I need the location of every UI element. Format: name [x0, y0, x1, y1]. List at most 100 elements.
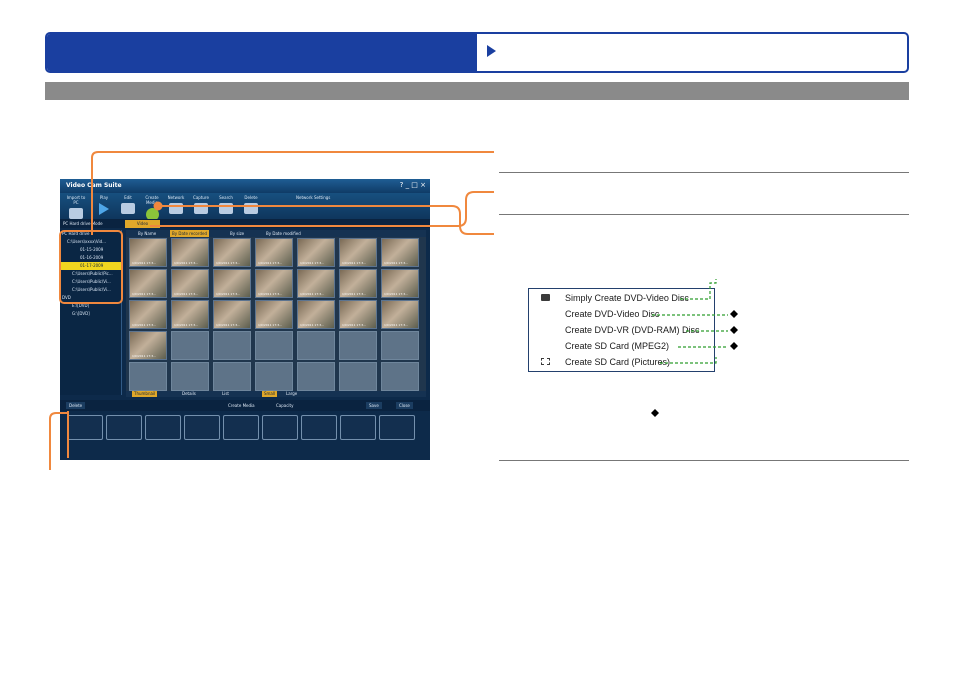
thumbnail-caption: 1/0/2011 17:3... [258, 292, 283, 296]
media-slot[interactable] [145, 415, 181, 440]
video-thumbnail[interactable]: 1/0/2011 17:3... [129, 269, 167, 298]
toolbar-delete[interactable]: Delete [240, 195, 262, 214]
folder-tree: PC Hard drive C:\Users\xxxx\Vid... 01-15… [60, 230, 122, 395]
video-thumbnail[interactable]: 1/0/2011 17:3... [339, 300, 377, 329]
media-slot[interactable] [301, 415, 337, 440]
video-thumbnail[interactable]: 1/0/2011 17:3... [129, 300, 167, 329]
window-controls[interactable]: ? _ □ × [400, 181, 426, 189]
thumbnail-caption: 1/0/2011 17:3... [342, 323, 367, 327]
diamond-icon [651, 409, 659, 417]
sort-by-size[interactable]: By size [230, 230, 244, 237]
video-thumbnail[interactable]: 1/0/2011 17:3... [297, 238, 335, 267]
menu-item-create-dvd-vr[interactable]: Create DVD-VR (DVD-RAM) Disc [565, 325, 700, 335]
video-thumbnail[interactable]: 1/0/2011 17:3... [129, 331, 167, 360]
thumbnail-caption: 1/0/2011 17:3... [384, 292, 409, 296]
divider [499, 214, 909, 215]
app-title: Video Cam Suite [66, 182, 122, 189]
video-thumbnail[interactable]: 1/0/2011 17:3... [255, 269, 293, 298]
save-button[interactable]: Save [366, 402, 382, 409]
section-header-bar [45, 82, 909, 100]
tree-item-user-videos[interactable]: C:\Users\xxxx\Vid... [60, 238, 121, 246]
menu-item-create-sd-pictures[interactable]: Create SD Card (Pictures) [565, 357, 670, 367]
thumbnail-caption: 1/0/2011 17:3... [300, 261, 325, 265]
capacity-button[interactable]: Capacity [276, 400, 293, 411]
video-thumbnail[interactable]: 1/0/2011 17:3... [255, 300, 293, 329]
view-list[interactable]: List [222, 391, 229, 397]
video-thumbnail[interactable]: 1/0/2011 17:3... [297, 269, 335, 298]
menu-item-simply-create-dvd-video[interactable]: Simply Create DVD-Video Disc [565, 293, 689, 303]
media-slot[interactable] [340, 415, 376, 440]
video-thumbnail[interactable]: 1/0/2011 17:3... [129, 238, 167, 267]
view-thumbnail[interactable]: Thumbnail [132, 391, 158, 397]
video-thumbnail[interactable]: 1/0/2011 17:3... [297, 300, 335, 329]
toolbar-capture-label: Capture [193, 195, 209, 200]
empty-thumbnail [339, 362, 377, 391]
video-thumbnail[interactable]: 1/0/2011 17:3... [171, 300, 209, 329]
menu-item-create-sd-mpeg2[interactable]: Create SD Card (MPEG2) [565, 341, 669, 351]
tree-item-date-selected[interactable]: 01-17-2009 [60, 262, 121, 270]
tree-item-drive-g[interactable]: G:\[DVD] [60, 310, 121, 318]
thumbnail-caption: 1/0/2011 17:3... [216, 261, 241, 265]
network-settings-link[interactable]: Network Settings [296, 195, 330, 200]
sort-by-date-modified[interactable]: By Date modified [266, 230, 301, 237]
thumbnail-caption: 1/0/2011 17:3... [216, 292, 241, 296]
banner-title-area [47, 34, 477, 71]
media-slot[interactable] [67, 415, 103, 440]
thumbnail-caption: 1/0/2011 17:3... [174, 292, 199, 296]
video-thumbnail[interactable]: 1/0/2011 17:3... [339, 269, 377, 298]
close-button[interactable]: Close [396, 402, 413, 409]
size-small[interactable]: Small [262, 391, 278, 397]
media-slot[interactable] [223, 415, 259, 440]
size-large[interactable]: Large [286, 391, 297, 397]
thumbnail-caption: 1/0/2011 17:3... [132, 261, 157, 265]
delete-button[interactable]: Delete [66, 402, 86, 409]
tree-item-public-videos[interactable]: C:\Users\Public\Vi... [60, 278, 121, 286]
media-slot[interactable] [379, 415, 415, 440]
sort-by-name[interactable]: By Name [138, 230, 156, 237]
tab-video[interactable]: Video [125, 220, 160, 228]
video-thumbnail[interactable]: 1/0/2011 17:3... [213, 238, 251, 267]
toolbar-search[interactable]: Search [216, 195, 236, 214]
thumbnail-caption: 1/0/2011 17:3... [258, 261, 283, 265]
toolbar-create-media[interactable]: Create Media [140, 195, 164, 221]
tree-item-dvd[interactable]: DVD [60, 294, 121, 302]
tree-item-date[interactable]: 01-15-2009 [60, 246, 121, 254]
manual-page: Video Cam Suite ? _ □ × Import to PC Pla… [0, 0, 954, 673]
video-thumbnail[interactable]: 1/0/2011 17:3... [339, 238, 377, 267]
video-thumbnail[interactable]: 1/0/2011 17:3... [213, 269, 251, 298]
video-thumbnail[interactable]: 1/0/2011 17:3... [381, 238, 419, 267]
media-slot[interactable] [106, 415, 142, 440]
media-slots [67, 415, 415, 440]
toolbar-play[interactable]: Play [94, 195, 114, 215]
empty-thumbnail [297, 362, 335, 391]
tree-item-public-pictures[interactable]: C:\Users\Public\Pic... [60, 270, 121, 278]
sort-by-date-recorded[interactable]: By Date recorded [170, 230, 209, 237]
toolbar-import[interactable]: Import to PC [64, 195, 88, 219]
video-thumbnail[interactable]: 1/0/2011 17:3... [381, 300, 419, 329]
empty-thumbnail [297, 331, 335, 360]
video-thumbnail[interactable]: 1/0/2011 17:3... [255, 238, 293, 267]
media-slot[interactable] [262, 415, 298, 440]
tree-item-pc-hard-drive[interactable]: PC Hard drive [60, 230, 121, 238]
toolbar-network[interactable]: Network [166, 195, 186, 214]
view-details[interactable]: Details [182, 391, 196, 397]
media-slot[interactable] [184, 415, 220, 440]
thumbnail-caption: 1/0/2011 17:3... [300, 292, 325, 296]
toolbar-capture[interactable]: Capture [190, 195, 212, 214]
menu-item-create-dvd-video[interactable]: Create DVD-Video Disc [565, 309, 659, 319]
video-thumbnail[interactable]: 1/0/2011 17:3... [381, 269, 419, 298]
tree-item-date[interactable]: 01-16-2009 [60, 254, 121, 262]
video-thumbnail[interactable]: 1/0/2011 17:3... [213, 300, 251, 329]
toolbar-edit[interactable]: Edit [118, 195, 138, 214]
mode-label: PC Hard drive Mode [63, 221, 103, 226]
network-icon [169, 203, 183, 214]
tree-item-public-videos[interactable]: C:\Users\Public\Vi... [60, 286, 121, 294]
video-thumbnail[interactable]: 1/0/2011 17:3... [171, 269, 209, 298]
thumbnail-caption: 1/0/2011 17:3... [384, 323, 409, 327]
tree-item-drive-e[interactable]: E:\[DVD] [60, 302, 121, 310]
pictures-frame-icon [541, 358, 550, 365]
empty-thumbnail [255, 331, 293, 360]
video-thumbnail[interactable]: 1/0/2011 17:3... [171, 238, 209, 267]
toolbar-play-label: Play [99, 195, 109, 200]
video-cam-suite-window: Video Cam Suite ? _ □ × Import to PC Pla… [60, 179, 430, 460]
